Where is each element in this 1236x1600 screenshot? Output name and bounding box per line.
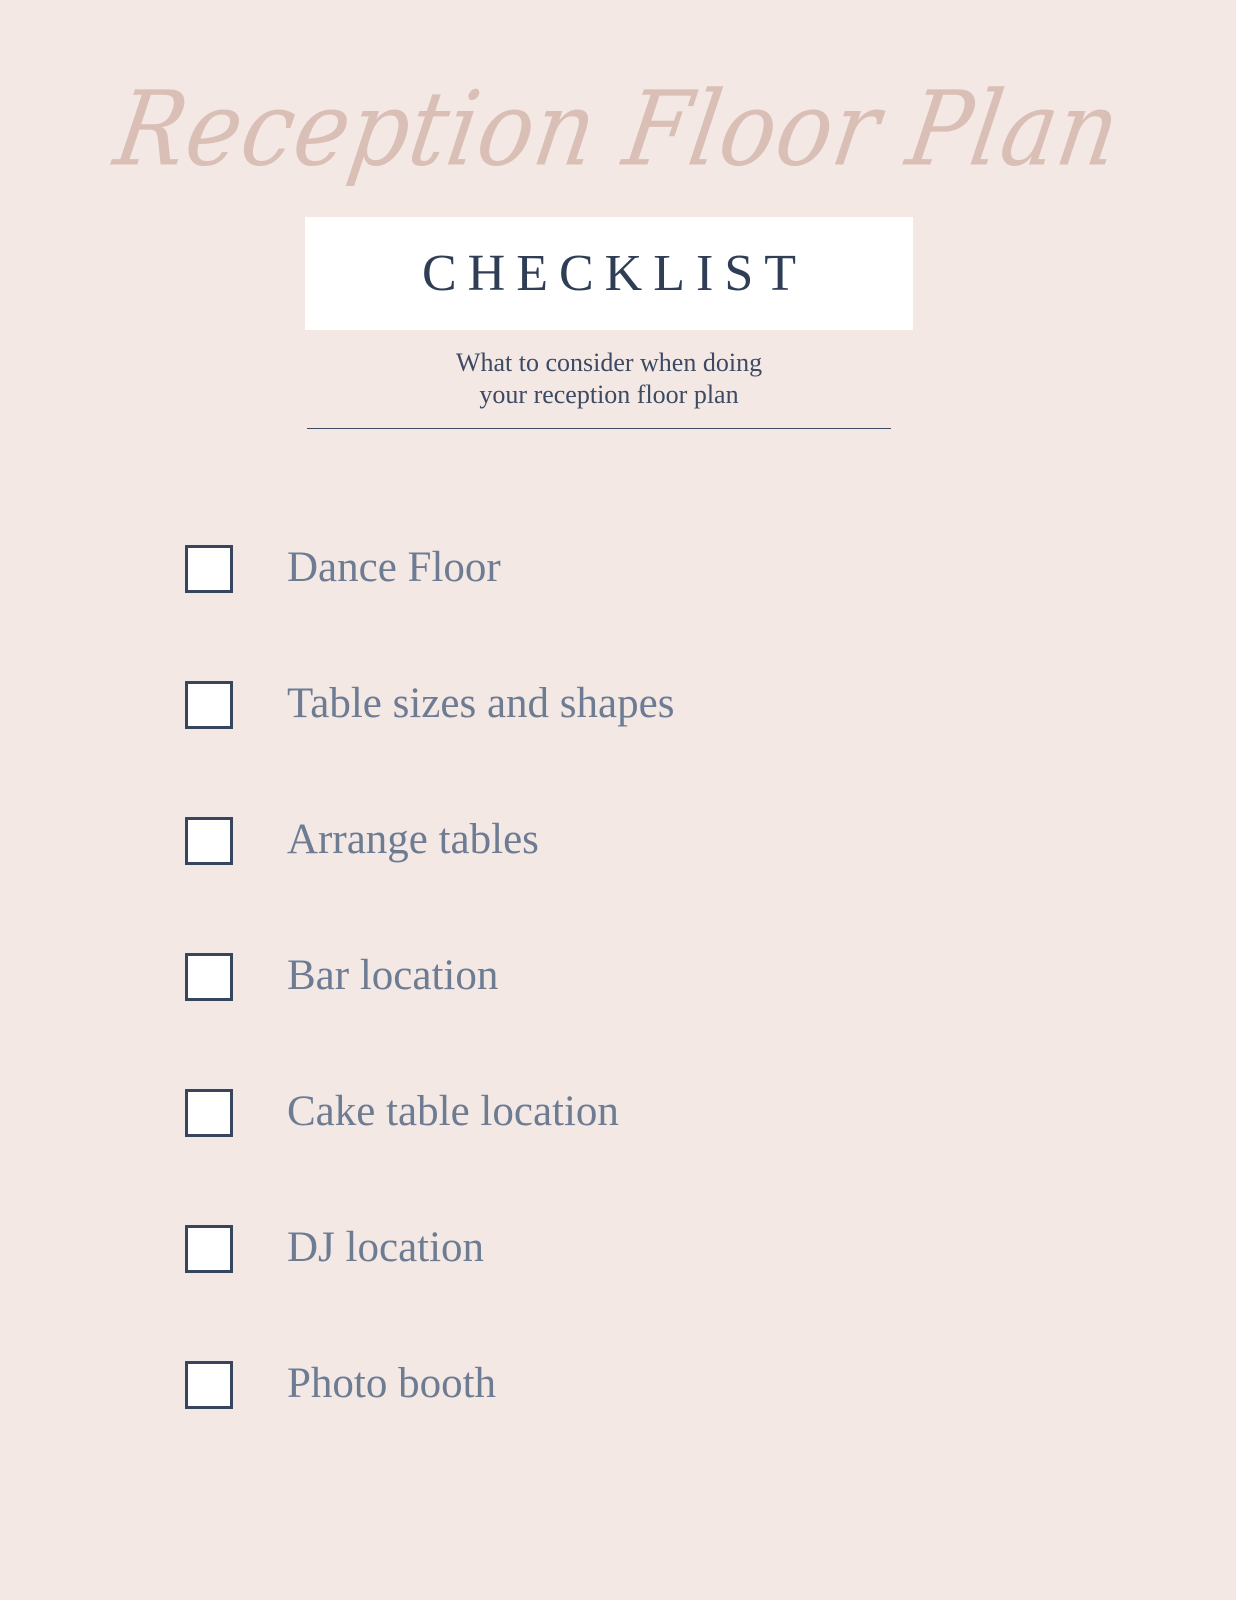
script-title-container: Reception Floor Plan — [0, 69, 1236, 189]
checkbox-icon[interactable] — [185, 1225, 233, 1273]
list-item-label: Cake table location — [287, 1088, 619, 1135]
list-item[interactable]: Cake table location — [0, 1053, 1236, 1189]
list-item-label: Dance Floor — [287, 544, 501, 591]
subtitle-line-2: your reception floor plan — [479, 379, 739, 409]
list-item[interactable]: Bar location — [0, 917, 1236, 1053]
checklist-banner: CHECKLIST — [305, 217, 913, 330]
list-item[interactable]: Photo booth — [0, 1325, 1236, 1461]
list-item[interactable]: Table sizes and shapes — [0, 645, 1236, 781]
list-item[interactable]: Dance Floor — [0, 509, 1236, 645]
list-item-label: Photo booth — [287, 1360, 497, 1407]
subtitle: What to consider when doing your recepti… — [305, 347, 913, 410]
checkbox-icon[interactable] — [185, 953, 233, 1001]
checkbox-icon[interactable] — [185, 1361, 233, 1409]
list-item[interactable]: DJ location — [0, 1189, 1236, 1325]
checklist-items: Dance Floor Table sizes and shapes Arran… — [0, 509, 1236, 1461]
list-item-label: Bar location — [287, 952, 499, 999]
checkbox-icon[interactable] — [185, 1089, 233, 1137]
checklist-page: Reception Floor Plan CHECKLIST What to c… — [0, 0, 1236, 1600]
checkbox-icon[interactable] — [185, 545, 233, 593]
subtitle-line-1: What to consider when doing — [455, 348, 763, 377]
page-script-title: Reception Floor Plan — [107, 69, 1129, 190]
list-item-label: DJ location — [287, 1224, 485, 1271]
header-divider — [307, 428, 891, 429]
checkbox-icon[interactable] — [185, 817, 233, 865]
page-title: CHECKLIST — [422, 244, 807, 302]
list-item[interactable]: Arrange tables — [0, 781, 1236, 917]
list-item-label: Table sizes and shapes — [287, 680, 675, 727]
checkbox-icon[interactable] — [185, 681, 233, 729]
list-item-label: Arrange tables — [287, 816, 539, 863]
